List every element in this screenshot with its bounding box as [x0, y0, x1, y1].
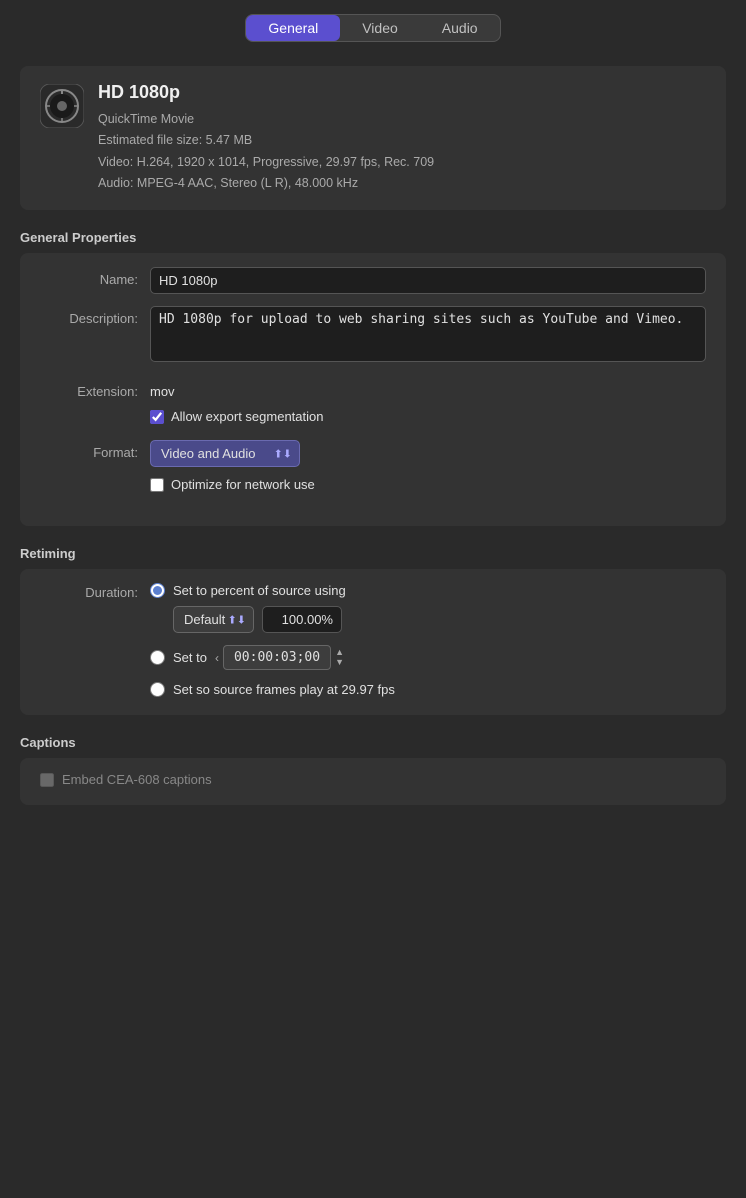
optimize-network-checkbox[interactable]	[150, 478, 164, 492]
info-title: HD 1080p	[98, 82, 434, 103]
option1-label: Set to percent of source using	[173, 583, 346, 598]
embed-cea-label: Embed CEA-608 captions	[62, 772, 212, 787]
default-select-wrapper: Default Custom ⬆⬇	[173, 606, 254, 633]
description-value	[150, 306, 706, 367]
retiming-title: Retiming	[20, 546, 726, 561]
name-value	[150, 267, 706, 294]
format-select-wrapper: Video and Audio Video Only Audio Only ⬆⬇	[150, 440, 300, 467]
tab-video[interactable]: Video	[340, 15, 420, 41]
quicktime-icon	[40, 84, 84, 128]
main-content: HD 1080p QuickTime Movie Estimated file …	[0, 56, 746, 825]
export-segmentation-row: Allow export segmentation	[150, 409, 706, 424]
duration-row: Duration: Set to percent of source using…	[40, 583, 706, 697]
embed-cea-checkbox[interactable]	[40, 773, 54, 787]
info-audio: Audio: MPEG-4 AAC, Stereo (L R), 48.000 …	[98, 173, 434, 194]
timecode-arrows[interactable]: ▲ ▼	[335, 648, 344, 667]
duration-label: Duration:	[40, 583, 150, 600]
tab-general[interactable]: General	[246, 15, 340, 41]
timecode-display: 00:00:03;00	[223, 645, 331, 670]
captions-card: Embed CEA-608 captions	[20, 758, 726, 805]
timecode-up-arrow[interactable]: ▲	[335, 648, 344, 657]
optimize-network-label: Optimize for network use	[171, 477, 315, 492]
timecode-control: ‹ 00:00:03;00 ▲ ▼	[215, 645, 344, 670]
option3-row: Set so source frames play at 29.97 fps	[150, 682, 706, 697]
format-value: Video and Audio Video Only Audio Only ⬆⬇…	[150, 440, 706, 496]
extension-label: Extension:	[40, 379, 150, 399]
description-label: Description:	[40, 306, 150, 326]
format-row: Format: Video and Audio Video Only Audio…	[40, 440, 706, 496]
extension-text: mov	[150, 379, 706, 399]
export-segmentation-label: Allow export segmentation	[171, 409, 323, 424]
option3-radio[interactable]	[150, 682, 165, 697]
extension-value: mov Allow export segmentation	[150, 379, 706, 428]
info-format: QuickTime Movie	[98, 109, 434, 130]
name-row: Name:	[40, 267, 706, 294]
name-label: Name:	[40, 267, 150, 287]
general-properties-title: General Properties	[20, 230, 726, 245]
format-label: Format:	[40, 440, 150, 460]
option1-row: Set to percent of source using	[150, 583, 706, 598]
description-input[interactable]	[150, 306, 706, 362]
tab-bar: General Video Audio	[0, 0, 746, 56]
option2-radio[interactable]	[150, 650, 165, 665]
info-card: HD 1080p QuickTime Movie Estimated file …	[20, 66, 726, 210]
embed-cea-row: Embed CEA-608 captions	[40, 772, 706, 787]
option2-row: Set to ‹ 00:00:03;00 ▲ ▼	[150, 645, 706, 670]
option2-label: Set to	[173, 650, 207, 665]
radio-options: Set to percent of source using Default C…	[150, 583, 706, 697]
info-text: HD 1080p QuickTime Movie Estimated file …	[98, 82, 434, 194]
option1-controls: Default Custom ⬆⬇	[173, 606, 706, 633]
option1-radio[interactable]	[150, 583, 165, 598]
optimize-network-row: Optimize for network use	[150, 477, 706, 492]
extension-row: Extension: mov Allow export segmentation	[40, 379, 706, 428]
captions-title: Captions	[20, 735, 726, 750]
description-row: Description:	[40, 306, 706, 367]
info-video: Video: H.264, 1920 x 1014, Progressive, …	[98, 152, 434, 173]
name-input[interactable]	[150, 267, 706, 294]
retiming-card: Duration: Set to percent of source using…	[20, 569, 726, 715]
option3-label: Set so source frames play at 29.97 fps	[173, 682, 395, 697]
timecode-down-arrow[interactable]: ▼	[335, 658, 344, 667]
tab-group: General Video Audio	[245, 14, 500, 42]
tab-audio[interactable]: Audio	[420, 15, 500, 41]
default-select[interactable]: Default Custom	[173, 606, 254, 633]
option1-group: Set to percent of source using Default C…	[150, 583, 706, 633]
timecode-chevron-left[interactable]: ‹	[215, 651, 219, 665]
export-segmentation-checkbox[interactable]	[150, 410, 164, 424]
general-properties-card: Name: Description: Extension: mov Allow …	[20, 253, 726, 526]
format-select[interactable]: Video and Audio Video Only Audio Only	[150, 440, 300, 467]
info-filesize: Estimated file size: 5.47 MB	[98, 130, 434, 151]
percent-input[interactable]	[262, 606, 342, 633]
